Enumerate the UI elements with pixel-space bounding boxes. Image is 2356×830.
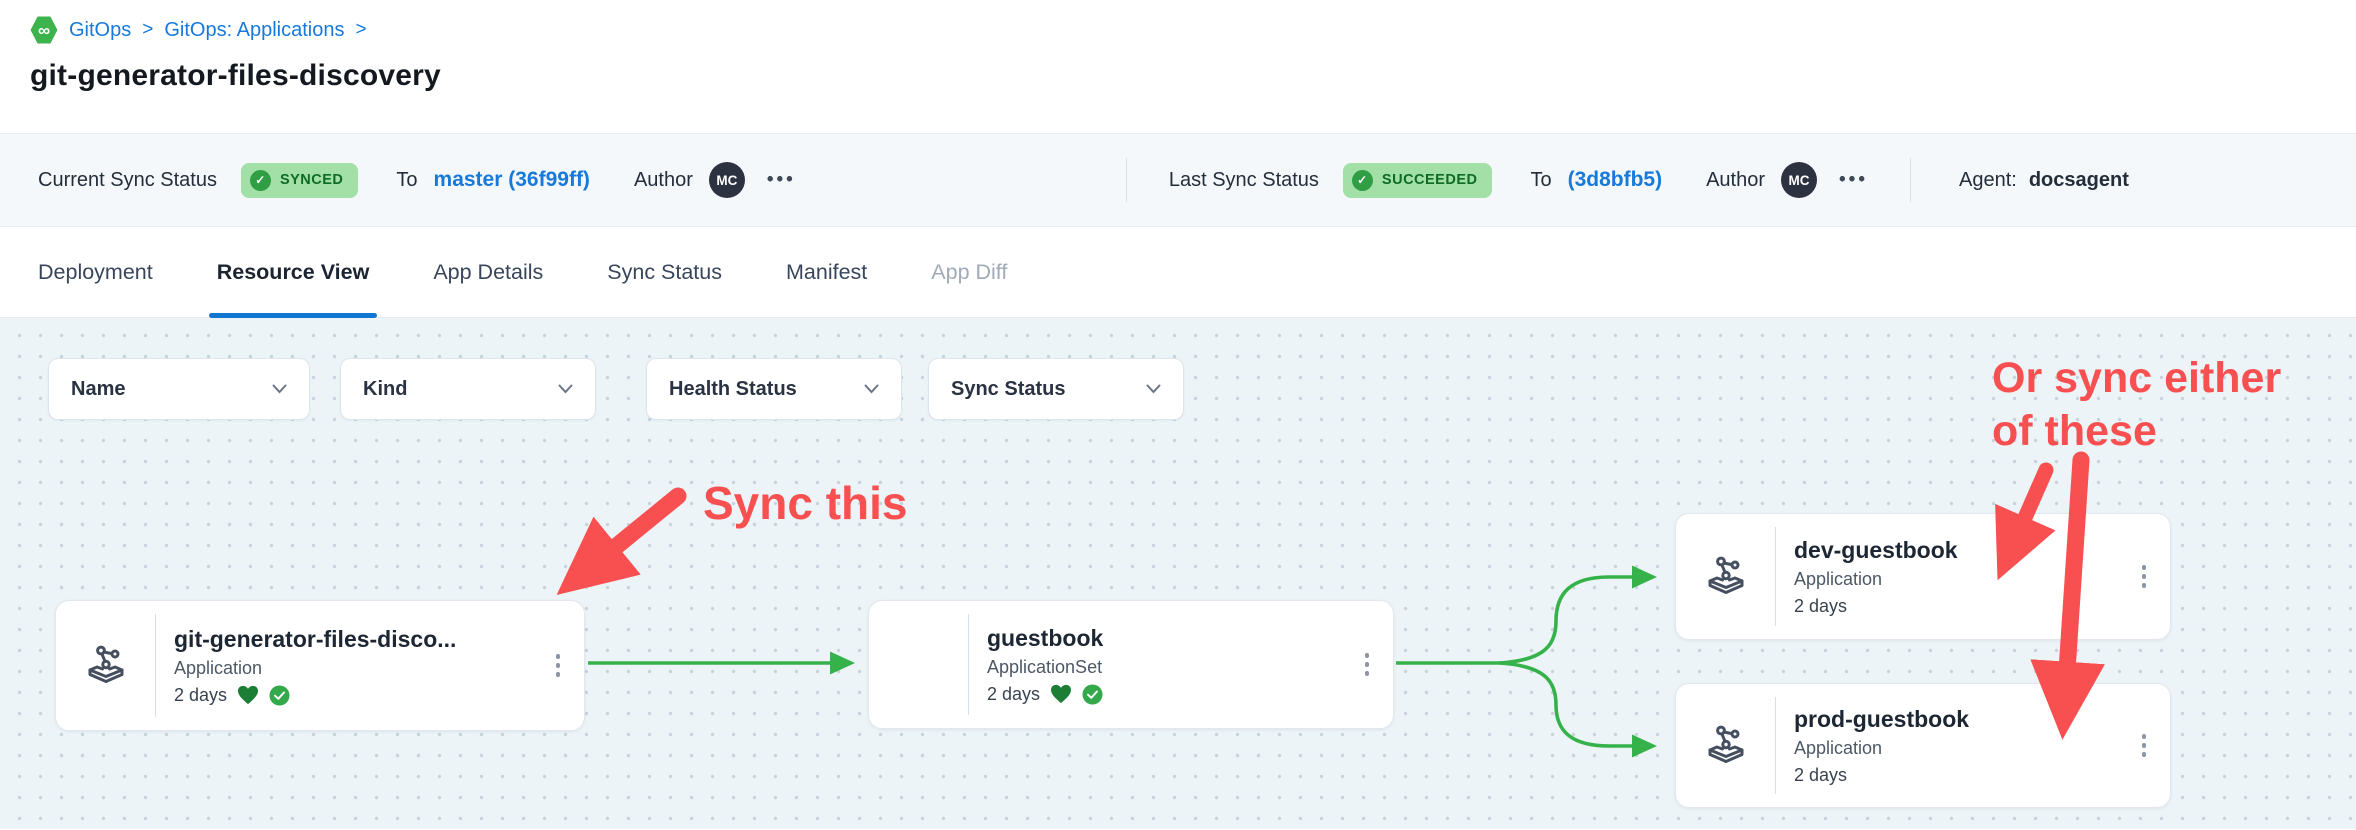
author-label: Author (634, 169, 693, 192)
synced-status-badge: ✓ SYNCED (241, 163, 358, 198)
health-heart-icon (1050, 684, 1072, 704)
sync-check-icon (269, 685, 290, 706)
tab-manifest[interactable]: Manifest (786, 227, 867, 317)
author-avatar: MC (1781, 162, 1817, 198)
page-header: ∞ GitOps > GitOps: Applications > git-ge… (0, 0, 2356, 133)
divider (1910, 158, 1911, 202)
tab-bar: Deployment Resource View App Details Syn… (0, 227, 2356, 318)
node-guestbook-applicationset[interactable]: guestbook ApplicationSet 2 days (868, 600, 1394, 729)
health-heart-icon (237, 685, 259, 705)
node-menu-button[interactable] (536, 654, 580, 677)
annotation-sync-this: Sync this (703, 476, 908, 530)
sync-this-arrow (575, 496, 678, 580)
filter-health-status-dropdown[interactable]: Health Status (646, 358, 902, 420)
node-icon-placeholder (869, 601, 968, 728)
node-body: git-generator-files-disco... Application… (156, 626, 536, 706)
tab-app-details[interactable]: App Details (433, 227, 543, 317)
resource-graph-canvas[interactable]: Name Kind Health Status Sync Status (0, 318, 2356, 829)
more-options-button[interactable]: ••• (1839, 169, 1868, 191)
agent-label: Agent: (1959, 169, 2017, 192)
author-avatar: MC (709, 162, 745, 198)
node-menu-button[interactable] (2122, 565, 2166, 588)
node-age: 2 days (1794, 596, 1847, 617)
sync-check-icon (1082, 684, 1103, 705)
node-kind: Application (1794, 738, 2122, 759)
node-body: guestbook ApplicationSet 2 days (969, 625, 1345, 705)
agent-value: docsagent (2029, 169, 2129, 192)
succeeded-status-badge: ✓ SUCCEEDED (1343, 163, 1493, 198)
application-resource-icon (1676, 684, 1775, 807)
application-resource-icon (56, 601, 155, 730)
tab-resource-view[interactable]: Resource View (217, 227, 370, 317)
filter-name-dropdown[interactable]: Name (48, 358, 310, 420)
tab-deployment[interactable]: Deployment (38, 227, 153, 317)
annotation-or-sync-either: Or sync either of these (1992, 352, 2281, 458)
annotation-line: of these (1992, 405, 2281, 458)
filter-label: Sync Status (951, 378, 1065, 401)
node-body: prod-guestbook Application 2 days (1776, 706, 2122, 786)
page-title: git-generator-files-discovery (30, 59, 2356, 93)
more-options-button[interactable]: ••• (767, 169, 796, 191)
check-circle-icon: ✓ (250, 170, 271, 191)
node-age: 2 days (987, 684, 1040, 705)
node-kind: Application (174, 658, 536, 679)
filter-label: Kind (363, 378, 407, 401)
check-circle-icon: ✓ (1352, 170, 1373, 191)
node-title: prod-guestbook (1794, 706, 2122, 733)
node-title: dev-guestbook (1794, 537, 2122, 564)
author-label: Author (1706, 169, 1765, 192)
chevron-down-icon (272, 384, 287, 394)
gitops-logo-icon: ∞ (30, 16, 58, 44)
sync-status-bar: Current Sync Status ✓ SYNCED To master (… (0, 133, 2356, 227)
application-resource-icon (1676, 514, 1775, 639)
node-title: guestbook (987, 625, 1345, 652)
synced-badge-label: SYNCED (280, 172, 343, 188)
node-menu-button[interactable] (2122, 734, 2166, 757)
current-commit-link[interactable]: master (36f99ff) (434, 168, 590, 192)
filter-kind-dropdown[interactable]: Kind (340, 358, 596, 420)
node-dev-guestbook[interactable]: dev-guestbook Application 2 days (1675, 513, 2171, 640)
breadcrumb-separator: > (355, 19, 366, 41)
last-commit-link[interactable]: (3d8bfb5) (1568, 168, 1663, 192)
node-kind: ApplicationSet (987, 657, 1345, 678)
breadcrumb-applications-link[interactable]: GitOps: Applications (164, 19, 344, 42)
tab-sync-status[interactable]: Sync Status (607, 227, 722, 317)
chevron-down-icon (558, 384, 573, 394)
annotation-line: Or sync either (1992, 352, 2281, 405)
chevron-down-icon (1146, 384, 1161, 394)
divider (1126, 158, 1127, 202)
node-age: 2 days (174, 685, 227, 706)
agent-info: Agent: docsagent (1959, 169, 2129, 192)
node-body: dev-guestbook Application 2 days (1776, 537, 2122, 617)
node-prod-guestbook[interactable]: prod-guestbook Application 2 days (1675, 683, 2171, 808)
node-age: 2 days (1794, 765, 1847, 786)
to-label: To (396, 169, 417, 192)
node-kind: Application (1794, 569, 2122, 590)
node-title: git-generator-files-disco... (174, 626, 536, 653)
to-label: To (1530, 169, 1551, 192)
breadcrumb: ∞ GitOps > GitOps: Applications > (30, 16, 2356, 44)
filter-label: Name (71, 378, 125, 401)
filter-sync-status-dropdown[interactable]: Sync Status (928, 358, 1184, 420)
breadcrumb-gitops-link[interactable]: GitOps (69, 19, 131, 42)
chevron-down-icon (864, 384, 879, 394)
succeeded-badge-label: SUCCEEDED (1382, 172, 1478, 188)
last-sync-status-label: Last Sync Status (1169, 169, 1319, 192)
node-git-generator-files-discovery[interactable]: git-generator-files-disco... Application… (55, 600, 585, 731)
node-menu-button[interactable] (1345, 653, 1389, 676)
breadcrumb-separator: > (142, 19, 153, 41)
tab-app-diff[interactable]: App Diff (931, 227, 1007, 317)
filter-label: Health Status (669, 378, 797, 401)
current-sync-status-label: Current Sync Status (38, 169, 217, 192)
